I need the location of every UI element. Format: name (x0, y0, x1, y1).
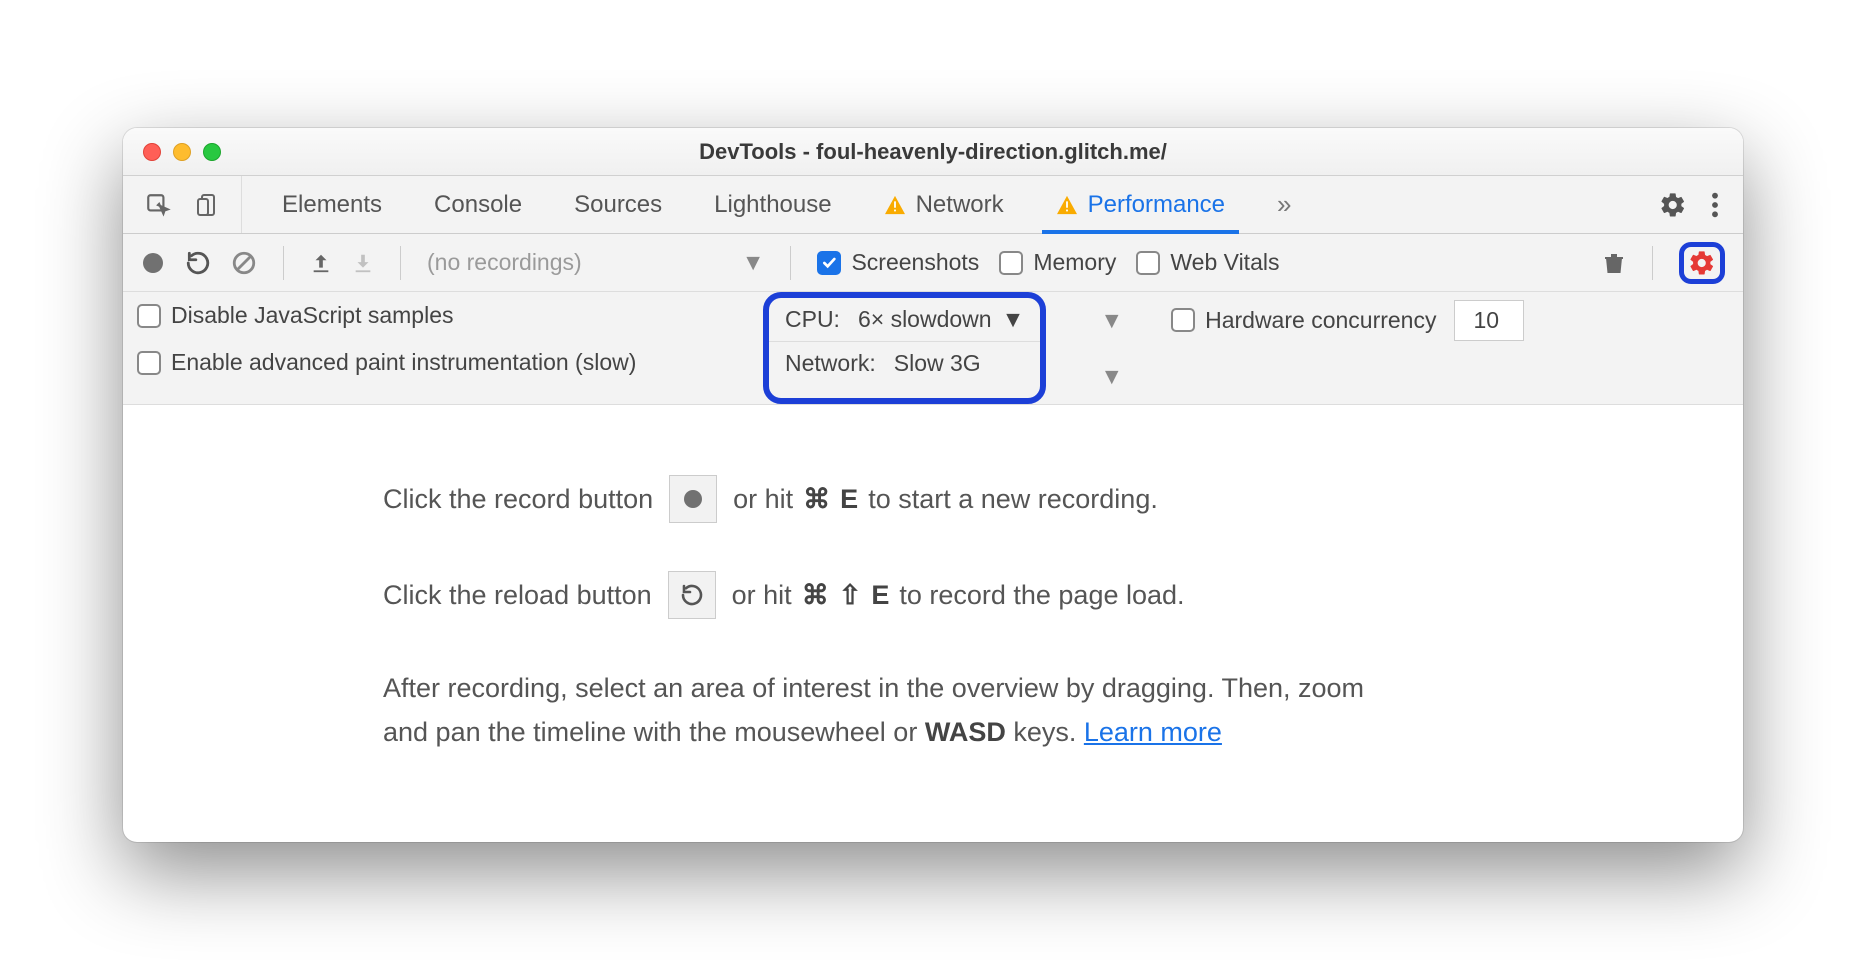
minimize-window-button[interactable] (173, 143, 191, 161)
tabs-bar: Elements Console Sources Lighthouse Netw… (123, 176, 1743, 234)
record-button[interactable] (141, 251, 165, 275)
tab-console[interactable]: Console (434, 191, 522, 219)
disable-js-samples-checkbox[interactable]: Disable JavaScript samples (137, 302, 454, 329)
traffic-lights (123, 143, 221, 161)
hardware-concurrency-input[interactable]: 10 (1454, 300, 1524, 341)
enable-paint-instrumentation-checkbox[interactable]: Enable advanced paint instrumentation (s… (137, 349, 636, 377)
tab-performance[interactable]: Performance (1056, 191, 1225, 219)
more-tabs-button[interactable]: » (1277, 189, 1291, 220)
reload-record-button[interactable] (185, 250, 211, 276)
cpu-throttle-select[interactable]: 6× slowdown▼ (858, 306, 1024, 333)
webvitals-checkbox[interactable]: Web Vitals (1136, 249, 1279, 276)
empty-state: Click the record button or hit ⌘ E to st… (123, 405, 1743, 841)
titlebar: DevTools - foul-heavenly-direction.glitc… (123, 128, 1743, 176)
capture-settings-panel: Disable JavaScript samples Enable advanc… (123, 292, 1743, 405)
cpu-throttle-label: CPU: (785, 306, 840, 333)
close-window-button[interactable] (143, 143, 161, 161)
hardware-concurrency-checkbox[interactable]: Hardware concurrency (1171, 307, 1436, 334)
screenshots-checkbox[interactable]: Screenshots (817, 249, 979, 276)
warning-icon (1056, 195, 1078, 215)
inspect-icon[interactable] (145, 192, 171, 218)
tab-elements[interactable]: Elements (282, 191, 382, 219)
clear-button[interactable] (231, 250, 257, 276)
tab-network[interactable]: Network (884, 191, 1004, 219)
throttling-highlight: CPU: 6× slowdown▼ Network: Slow 3G (763, 292, 1046, 404)
tab-sources[interactable]: Sources (574, 191, 662, 219)
memory-checkbox[interactable]: Memory (999, 249, 1116, 276)
download-profile-button[interactable] (352, 251, 374, 275)
upload-profile-button[interactable] (310, 251, 332, 275)
settings-icon[interactable] (1659, 191, 1687, 219)
zoom-window-button[interactable] (203, 143, 221, 161)
trash-icon[interactable] (1602, 250, 1626, 276)
kebab-menu-icon[interactable] (1711, 191, 1719, 219)
recordings-dropdown[interactable]: (no recordings) ▼ (427, 249, 764, 276)
performance-toolbar: (no recordings) ▼ Screenshots Memory Web… (123, 234, 1743, 292)
network-throttle-label: Network: (785, 350, 876, 377)
window-title: DevTools - foul-heavenly-direction.glitc… (123, 139, 1743, 165)
learn-more-link[interactable]: Learn more (1084, 717, 1222, 747)
tab-lighthouse[interactable]: Lighthouse (714, 191, 831, 219)
devtools-window: DevTools - foul-heavenly-direction.glitc… (123, 128, 1743, 841)
warning-icon (884, 195, 906, 215)
device-toggle-icon[interactable] (195, 192, 219, 218)
capture-settings-button[interactable] (1679, 242, 1725, 284)
record-icon-inline (669, 475, 717, 523)
reload-icon-inline (668, 571, 716, 619)
network-throttle-select[interactable]: Slow 3G (894, 350, 981, 377)
